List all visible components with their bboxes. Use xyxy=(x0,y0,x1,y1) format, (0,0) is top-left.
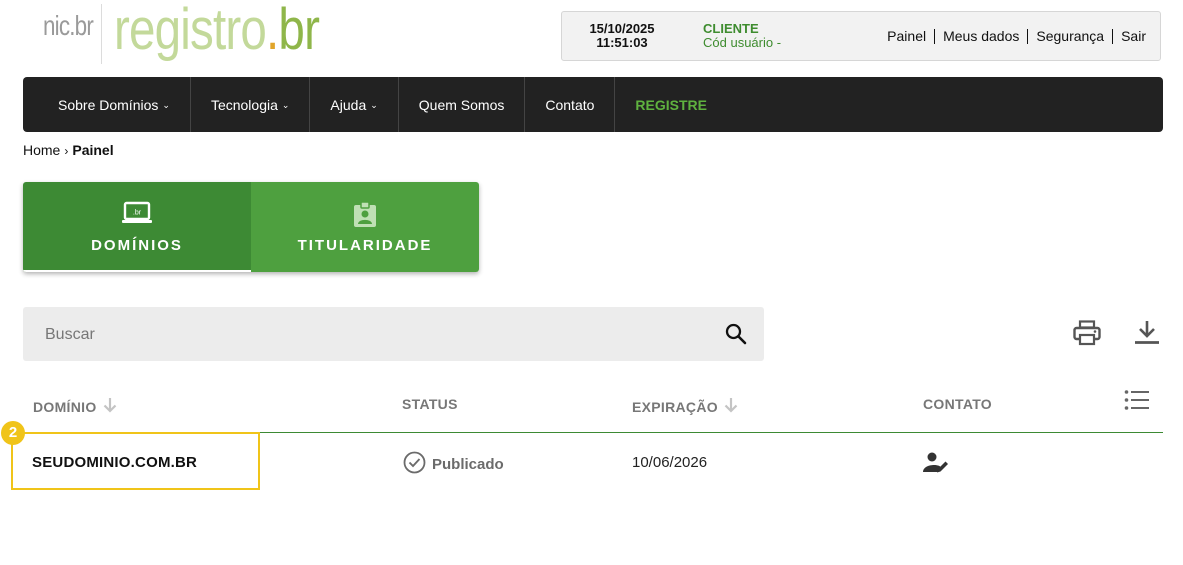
column-header-status: STATUS xyxy=(402,396,458,412)
link-sair[interactable]: Sair xyxy=(1112,29,1146,44)
nav-contato[interactable]: Contato xyxy=(525,77,616,132)
chevron-down-icon: ⌄ xyxy=(281,99,290,110)
column-label: CONTATO xyxy=(923,396,992,412)
user-identity: CLIENTE Cód usuário - xyxy=(703,22,781,50)
tab-dominios[interactable]: .br DOMÍNIOS xyxy=(23,182,251,272)
status-cell: Publicado xyxy=(403,451,504,478)
id-badge-icon xyxy=(351,201,379,234)
search-input[interactable] xyxy=(43,307,707,363)
download-icon[interactable] xyxy=(1134,320,1160,351)
column-label: EXPIRAÇÃO xyxy=(632,398,718,415)
svg-text:.br: .br xyxy=(133,210,142,217)
tab-titularidade[interactable]: TITULARIDADE xyxy=(251,182,479,272)
breadcrumb-current: Painel xyxy=(72,142,114,158)
user-role: CLIENTE xyxy=(703,21,759,36)
search-bar xyxy=(23,307,764,363)
nav-label: Tecnologia xyxy=(210,96,278,113)
nav-label: Quem Somos xyxy=(418,96,505,113)
session-datetime: 15/10/2025 11:51:03 xyxy=(572,22,672,50)
current-time: 11:51:03 xyxy=(596,35,648,50)
panel-tabs: .br DOMÍNIOS TITULARIDADE xyxy=(23,182,479,272)
highlight-box xyxy=(11,432,260,490)
breadcrumb: Home › Painel xyxy=(23,142,114,158)
nav-quem-somos[interactable]: Quem Somos xyxy=(399,77,526,132)
breadcrumb-home[interactable]: Home xyxy=(23,142,60,158)
link-painel[interactable]: Painel xyxy=(879,29,934,44)
column-header-contato: CONTATO xyxy=(923,396,992,412)
nav-label: Sobre Domínios xyxy=(58,96,159,113)
chevron-down-icon: ⌄ xyxy=(162,99,170,110)
chevron-down-icon: ⌄ xyxy=(370,99,378,110)
registro-br-logo[interactable]: registro.br xyxy=(114,0,320,63)
user-code: Cód usuário - xyxy=(703,35,782,50)
step-badge: 2 xyxy=(1,421,25,445)
nav-label: REGISTRE xyxy=(635,96,707,113)
laptop-br-icon: .br xyxy=(121,201,153,230)
logo-br-text: br xyxy=(278,0,320,62)
search-icon[interactable] xyxy=(725,323,747,350)
link-meus-dados[interactable]: Meus dados xyxy=(934,29,1027,44)
check-circle-icon xyxy=(403,451,426,478)
tab-label: DOMÍNIOS xyxy=(91,237,183,254)
print-icon[interactable] xyxy=(1073,320,1101,351)
nav-label: Contato xyxy=(545,96,595,113)
logo-registro-text: registro xyxy=(114,0,267,62)
tab-label: TITULARIDADE xyxy=(297,237,433,254)
nav-registre[interactable]: REGISTRE xyxy=(615,77,727,132)
column-label: DOMÍNIO xyxy=(33,398,97,415)
main-nav: Sobre Domínios ⌄ Tecnologia ⌄ Ajuda ⌄ Quem … xyxy=(23,77,1163,132)
nav-tecnologia[interactable]: Tecnologia ⌄ xyxy=(191,77,311,132)
sort-arrow-down-icon[interactable] xyxy=(103,397,117,416)
sort-arrow-down-icon[interactable] xyxy=(724,397,738,416)
nav-sobre-dominios[interactable]: Sobre Domínios ⌄ xyxy=(23,77,191,132)
logo-dot: . xyxy=(266,0,279,62)
breadcrumb-separator: › xyxy=(64,144,69,158)
nav-label: Ajuda xyxy=(330,96,367,113)
nic-br-logo[interactable]: nic.br xyxy=(43,10,94,42)
nav-ajuda[interactable]: Ajuda ⌄ xyxy=(310,77,399,132)
user-info-box: 15/10/2025 11:51:03 CLIENTE Cód usuário … xyxy=(561,11,1161,61)
link-seguranca[interactable]: Segurança xyxy=(1027,29,1112,44)
column-label: STATUS xyxy=(402,396,458,412)
expiration-date-cell: 10/06/2026 xyxy=(632,454,708,471)
column-header-expiracao[interactable]: EXPIRAÇÃO xyxy=(632,397,738,416)
status-text: Publicado xyxy=(432,456,504,473)
current-date: 15/10/2025 xyxy=(589,21,655,36)
logo-divider xyxy=(101,4,102,64)
user-edit-icon[interactable] xyxy=(922,451,950,480)
column-header-dominio[interactable]: DOMÍNIO xyxy=(33,397,117,416)
user-links: Painel Meus dados Segurança Sair xyxy=(879,29,1146,44)
list-columns-icon[interactable] xyxy=(1124,389,1150,416)
